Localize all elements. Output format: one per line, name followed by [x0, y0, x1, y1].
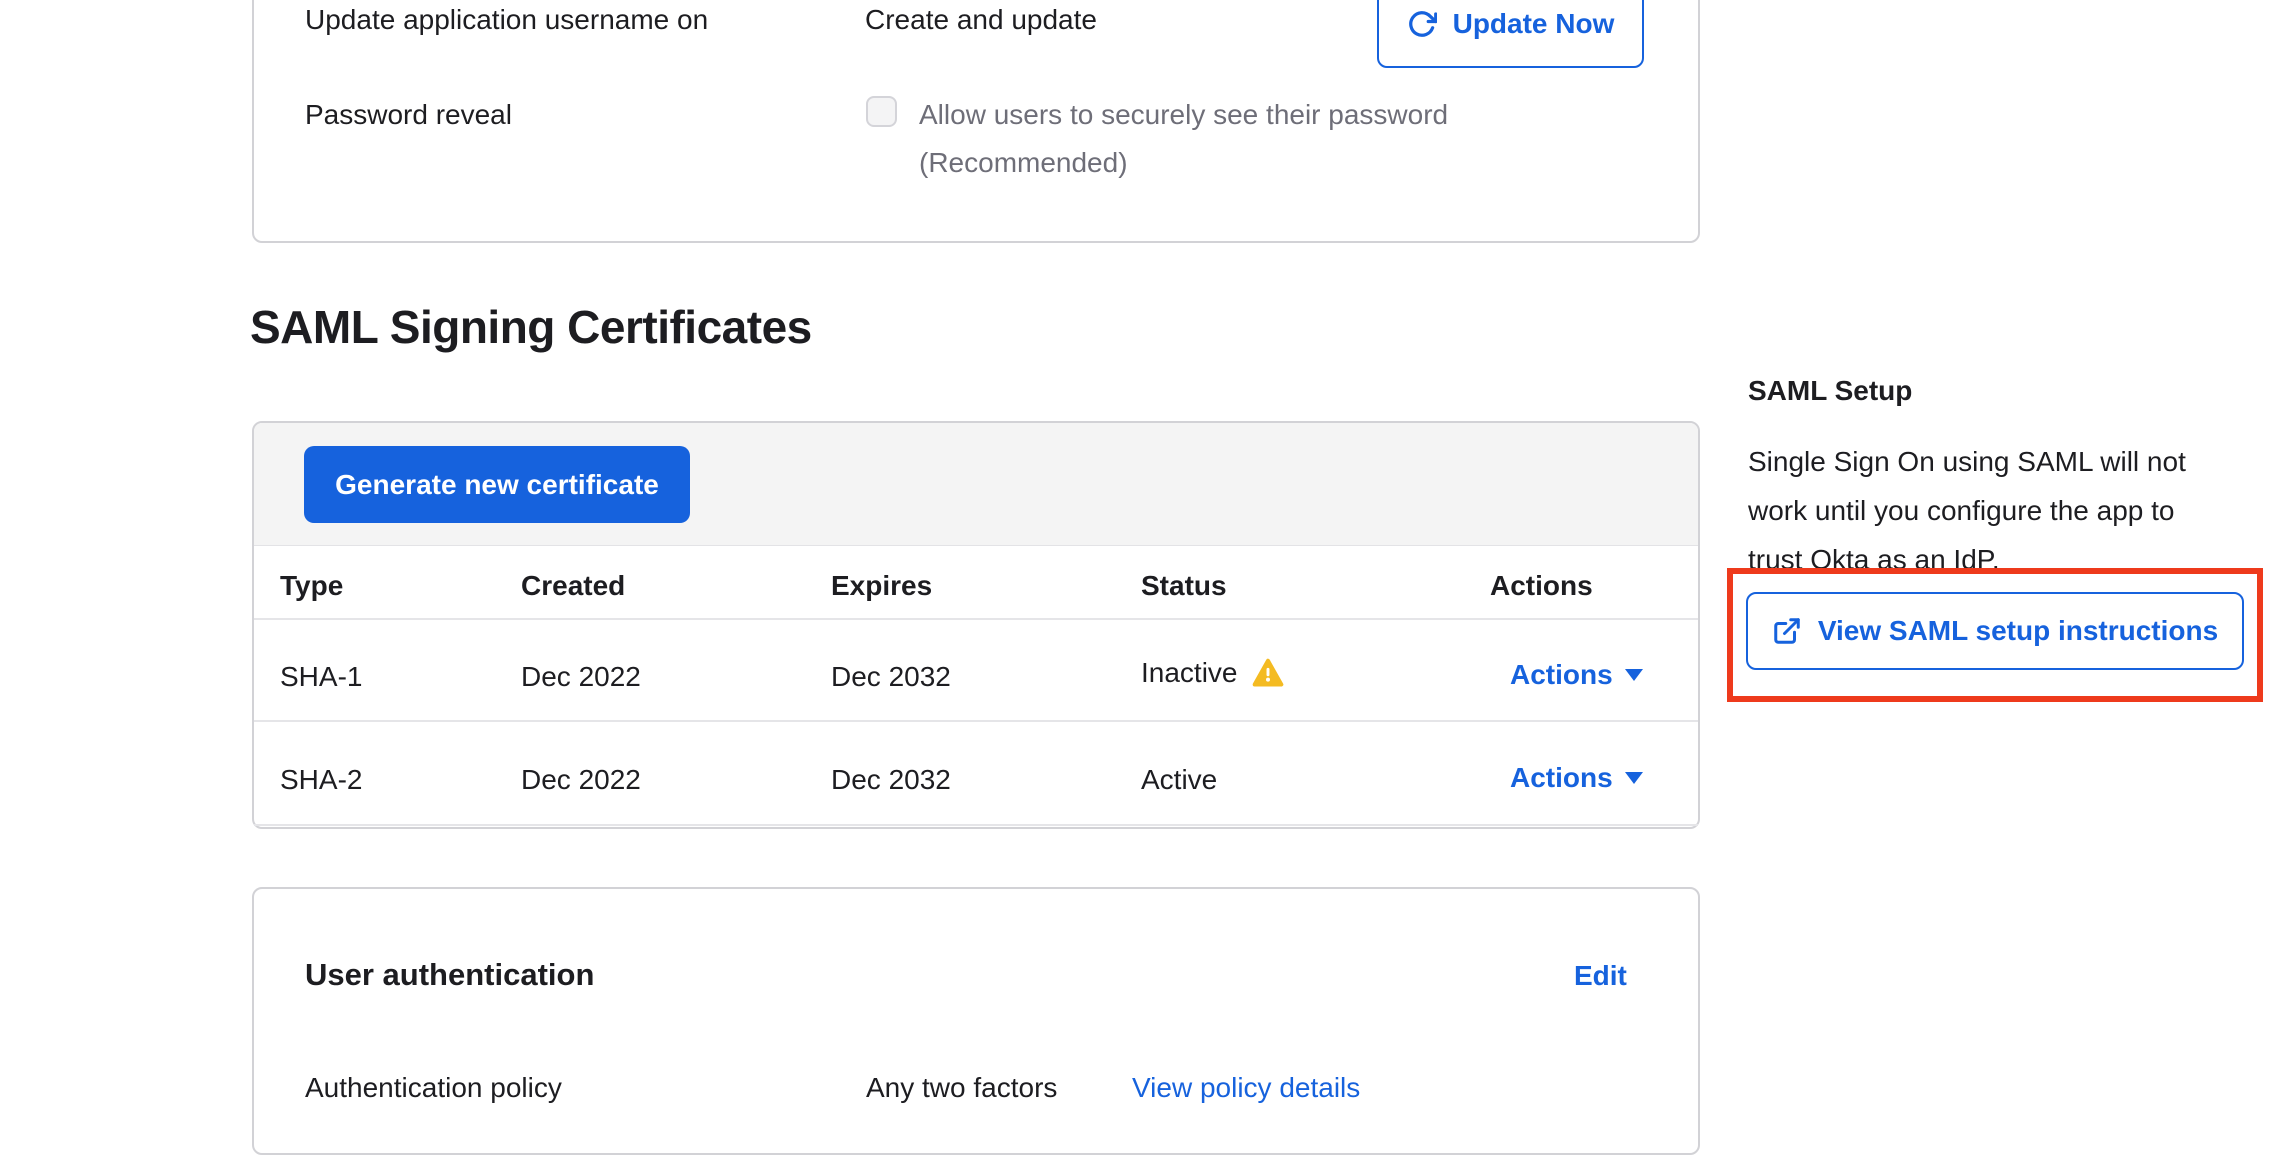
cert-type: SHA-2 [280, 764, 362, 796]
update-now-button[interactable]: Update Now [1377, 0, 1644, 68]
user-authentication-heading: User authentication [305, 957, 594, 993]
actions-dropdown[interactable]: Actions [1510, 659, 1643, 691]
edit-link[interactable]: Edit [1574, 960, 1627, 992]
password-reveal-checkbox[interactable] [866, 96, 897, 127]
refresh-icon [1407, 9, 1437, 39]
saml-setup-description: Single Sign On using SAML will not work … [1748, 437, 2186, 584]
cert-status: Active [1141, 764, 1217, 796]
header-divider [254, 618, 1698, 620]
col-header-created: Created [521, 570, 625, 602]
checkbox-label-line1: Allow users to securely see their passwo… [919, 99, 1448, 131]
cert-created: Dec 2022 [521, 661, 641, 693]
view-saml-setup-label: View SAML setup instructions [1818, 615, 2218, 647]
checkbox-label-line2: (Recommended) [919, 147, 1128, 179]
saml-signing-certificates-heading: SAML Signing Certificates [250, 300, 812, 354]
cert-expires: Dec 2032 [831, 764, 951, 796]
update-now-label: Update Now [1453, 8, 1615, 40]
col-header-type: Type [280, 570, 343, 602]
saml-setup-heading: SAML Setup [1748, 375, 1912, 407]
row-divider [254, 720, 1698, 722]
user-authentication-card: User authentication Edit Authentication … [252, 887, 1700, 1155]
caret-down-icon [1625, 669, 1643, 681]
cert-created: Dec 2022 [521, 764, 641, 796]
sign-on-settings-card: Update application username on Create an… [252, 0, 1700, 243]
update-username-value: Create and update [865, 4, 1097, 36]
cert-expires: Dec 2032 [831, 661, 951, 693]
external-link-icon [1772, 616, 1802, 646]
update-username-label: Update application username on [305, 4, 708, 36]
password-reveal-label: Password reveal [305, 99, 512, 131]
description-line: work until you configure the app to [1748, 486, 2186, 535]
cert-status: Inactive [1141, 657, 1238, 689]
generate-certificate-label: Generate new certificate [335, 469, 659, 501]
col-header-expires: Expires [831, 570, 932, 602]
view-policy-details-link[interactable]: View policy details [1132, 1072, 1360, 1104]
authentication-policy-label: Authentication policy [305, 1072, 562, 1104]
actions-label: Actions [1510, 762, 1613, 794]
cert-type: SHA-1 [280, 661, 362, 693]
col-header-status: Status [1141, 570, 1227, 602]
actions-label: Actions [1510, 659, 1613, 691]
row-divider [254, 824, 1698, 826]
generate-certificate-button[interactable]: Generate new certificate [304, 446, 690, 523]
authentication-policy-value: Any two factors [866, 1072, 1057, 1104]
description-line: Single Sign On using SAML will not [1748, 437, 2186, 486]
caret-down-icon [1625, 772, 1643, 784]
view-saml-setup-instructions-button[interactable]: View SAML setup instructions [1746, 592, 2244, 670]
col-header-actions: Actions [1490, 570, 1593, 602]
warning-icon [1252, 657, 1284, 689]
actions-dropdown[interactable]: Actions [1510, 762, 1643, 794]
certificates-card: Generate new certificate Type Created Ex… [252, 421, 1700, 829]
